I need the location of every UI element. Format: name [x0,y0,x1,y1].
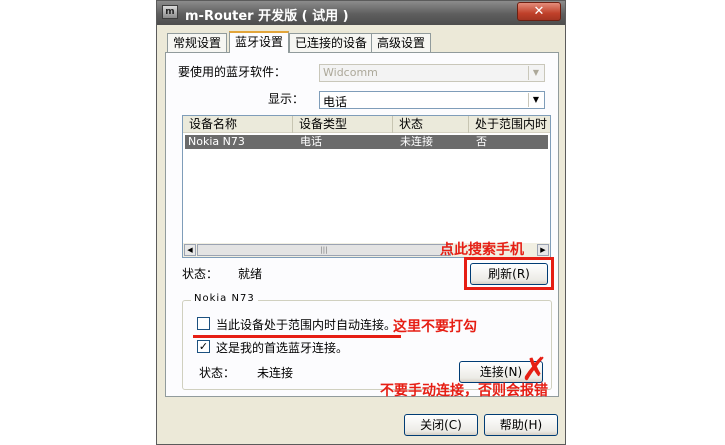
device-list[interactable]: 设备名称 设备类型 状态 处于范围内时 Nokia N73 电话 未连接 否 ◀… [182,115,551,258]
chevron-down-icon: ▼ [528,93,543,107]
window-title: m-Router 开发版 ( 试用 ) [185,9,349,24]
device-status-value: 未连接 [257,366,294,380]
bluetooth-settings-panel: 要使用的蓝牙软件： Widcomm ▼ 显示： 电话 ▼ 设备名称 设备类型 状… [165,52,559,397]
scroll-thumb[interactable]: ||| [197,244,451,256]
column-status[interactable]: 状态 [393,116,469,133]
preferred-label: 这是我的首选蓝牙连接。 [216,341,349,355]
column-in-range[interactable]: 处于范围内时 [469,116,550,133]
device-in-range-cell: 否 [476,135,487,148]
device-row[interactable]: Nokia N73 电话 未连接 否 [185,135,548,149]
scroll-left-icon[interactable]: ◀ [184,244,196,256]
annotation-no-check: 这里不要打勾 [393,319,477,335]
device-list-header: 设备名称 设备类型 状态 处于范围内时 [183,116,550,133]
device-status-label: 状态： [199,366,236,380]
main-window: m m-Router 开发版 ( 试用 ) ✕ 常规设置 蓝牙设置 已连接的设备… [156,0,566,445]
underline-annotation [193,335,401,338]
annotation-search-phone: 点此搜索手机 [440,242,524,258]
tab-advanced[interactable]: 高级设置 [371,33,432,52]
device-type-cell: 电话 [300,135,322,148]
display-value: 电话 [323,95,348,109]
column-device-type[interactable]: 设备类型 [293,116,393,133]
chevron-down-icon: ▼ [528,66,543,80]
tab-general[interactable]: 常规设置 [167,33,228,52]
software-label: 要使用的蓝牙软件： [178,65,287,79]
software-select[interactable]: Widcomm ▼ [319,64,545,82]
scroll-right-icon[interactable]: ▶ [537,244,549,256]
device-options-group: Nokia N73 当此设备处于范围内时自动连接。 ✓ 这是我的首选蓝牙连接。 … [182,293,552,390]
device-status-cell: 未连接 [400,135,433,148]
auto-connect-checkbox[interactable] [197,317,210,330]
preferred-checkbox[interactable]: ✓ [197,340,210,353]
annotation-no-manual-connect: 不要手动连接，否则会报错 [380,383,548,399]
tab-bluetooth[interactable]: 蓝牙设置 [229,31,290,53]
device-name-cell: Nokia N73 [188,135,245,148]
app-icon: m [162,5,178,19]
help-button[interactable]: 帮助(H) [484,414,558,436]
title-bar[interactable]: m m-Router 开发版 ( 试用 ) ✕ [157,1,565,25]
auto-connect-label: 当此设备处于范围内时自动连接。 [216,318,397,332]
refresh-highlight-box [464,257,554,290]
tab-connected-devices[interactable]: 已连接的设备 [289,33,374,52]
group-title: Nokia N73 [191,293,258,304]
close-window-button[interactable]: ✕ [517,2,561,21]
display-select[interactable]: 电话 ▼ [319,91,545,109]
software-value: Widcomm [323,66,378,79]
display-label: 显示： [268,92,305,106]
status-value: 就绪 [238,267,263,281]
column-device-name[interactable]: 设备名称 [183,116,293,133]
close-button[interactable]: 关闭(C) [404,414,478,436]
status-label: 状态： [182,267,219,281]
